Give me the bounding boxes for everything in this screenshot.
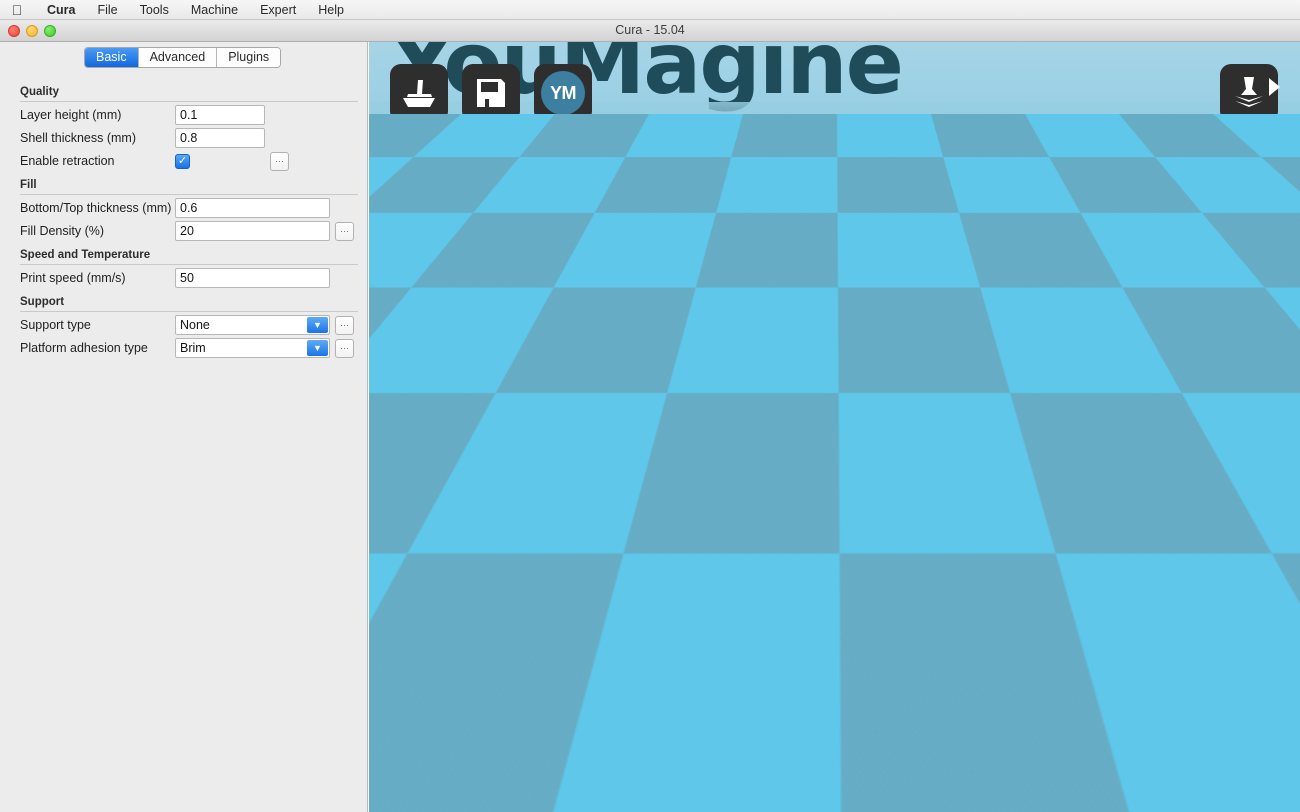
settings-tabs: Basic Advanced Plugins	[84, 47, 281, 68]
rotate-icon	[768, 782, 808, 812]
layer-height-input[interactable]: 0.1	[175, 105, 265, 125]
group-divider	[20, 194, 358, 195]
menu-item-cura[interactable]: Cura	[36, 0, 86, 20]
layers-view-icon	[1230, 75, 1268, 111]
layer-slider-min-label-left: 1	[1217, 656, 1228, 676]
expand-arrow-icon[interactable]	[1269, 78, 1280, 96]
enable-retraction-checkbox[interactable]: ✓	[175, 154, 190, 169]
settings-list: Quality Layer height (mm) 0.1 Shell thic…	[0, 80, 368, 360]
platform-adhesion-type-select[interactable]: Brim ▼	[175, 338, 330, 358]
load-model-button[interactable]	[390, 64, 448, 122]
menu-item-help[interactable]: Help	[307, 0, 355, 20]
printed-part[interactable]	[579, 304, 1088, 597]
setting-row-support-type: Support type None ▼ ⋯	[0, 314, 368, 336]
mirror-icon	[912, 782, 952, 812]
setting-label-fill-density: Fill Density (%)	[20, 224, 175, 238]
settings-panel: Basic Advanced Plugins Quality Layer hei…	[0, 42, 368, 812]
setting-label-support-type: Support type	[20, 318, 175, 332]
platform-adhesion-type-more-button[interactable]: ⋯	[335, 339, 354, 358]
layer-slider-max-label: 674	[1194, 382, 1226, 402]
window-title-bar: Cura - 15.04	[0, 20, 1300, 42]
tool-flag-icon	[791, 769, 807, 781]
view-mode-button[interactable]	[1220, 64, 1278, 122]
tab-plugins[interactable]: Plugins	[217, 48, 280, 67]
layer-slider[interactable]	[1231, 382, 1249, 672]
mirror-tool-button[interactable]	[903, 772, 961, 812]
setting-label-enable-retraction: Enable retraction	[20, 154, 175, 168]
fill-density-more-button[interactable]: ⋯	[335, 222, 354, 241]
setting-label-shell-thickness: Shell thickness (mm)	[20, 131, 175, 145]
group-title-support: Support	[0, 290, 368, 311]
group-divider	[20, 101, 358, 102]
menu-item-expert[interactable]: Expert	[249, 0, 307, 20]
model-tools	[759, 772, 961, 812]
setting-row-enable-retraction: Enable retraction ✓ ⋯	[0, 150, 368, 172]
enable-retraction-more-button[interactable]: ⋯	[270, 152, 289, 171]
print-material: 2.76 meter 22 gram	[738, 186, 998, 204]
setting-label-print-speed: Print speed (mm/s)	[20, 271, 175, 285]
rotate-tool-button[interactable]	[759, 772, 817, 812]
menu-item-tools[interactable]: Tools	[129, 0, 180, 20]
platform-adhesion-type-value: Brim	[180, 341, 206, 355]
youmagine-share-button[interactable]: YM	[534, 64, 592, 122]
tab-basic[interactable]: Basic	[85, 48, 139, 67]
tab-advanced[interactable]: Advanced	[139, 48, 218, 67]
load-model-icon	[401, 77, 437, 109]
3d-viewport[interactable]: YouMagine	[369, 42, 1300, 812]
infill-layer	[590, 315, 1076, 586]
object-icon	[1248, 703, 1272, 727]
scale-tool-button[interactable]	[831, 772, 889, 812]
tool-flag-icon	[935, 769, 951, 781]
setting-row-platform-adhesion-type: Platform adhesion type Brim ▼ ⋯	[0, 337, 368, 359]
setting-row-print-speed: Print speed (mm/s) 50	[0, 267, 368, 289]
print-cost: 0.87	[738, 204, 998, 222]
shell-thickness-input[interactable]: 0.8	[175, 128, 265, 148]
print-info: 3 hours 31 minutes 2.76 meter 22 gram 0.…	[738, 168, 998, 222]
menu-item-file[interactable]: File	[86, 0, 128, 20]
print-speed-input[interactable]: 50	[175, 268, 330, 288]
window-title: Cura - 15.04	[0, 23, 1300, 37]
floppy-disk-icon	[475, 77, 507, 109]
cura-window:  Cura File Tools Machine Expert Help Cu…	[0, 0, 1300, 812]
support-type-value: None	[180, 318, 210, 332]
print-time: 3 hours 31 minutes	[738, 168, 998, 186]
setting-label-platform-adhesion-type: Platform adhesion type	[20, 341, 175, 355]
tool-flag-icon	[863, 769, 879, 781]
mac-menu-bar:  Cura File Tools Machine Expert Help	[0, 0, 1300, 20]
setting-label-layer-height: Layer height (mm)	[20, 108, 175, 122]
group-title-quality: Quality	[0, 80, 368, 101]
chevron-down-icon[interactable]: ▼	[307, 317, 328, 333]
object-list-button[interactable]	[1242, 697, 1278, 733]
scale-icon	[840, 782, 880, 812]
menu-item-machine[interactable]: Machine	[180, 0, 249, 20]
apple-logo-icon[interactable]: 	[10, 2, 24, 18]
fill-density-input[interactable]: 20	[175, 221, 330, 241]
bottom-top-thickness-input[interactable]: 0.6	[175, 198, 330, 218]
group-divider	[20, 311, 358, 312]
youmagine-logo-icon: YM	[541, 71, 585, 115]
group-title-fill: Fill	[0, 173, 368, 194]
setting-row-fill-density: Fill Density (%) 20 ⋯	[0, 220, 368, 242]
setting-row-shell-thickness: Shell thickness (mm) 0.8	[0, 127, 368, 149]
support-type-select[interactable]: None ▼	[175, 315, 330, 335]
layer-slider-handle[interactable]	[1231, 650, 1249, 672]
layer-slider-value-label: 1	[1257, 656, 1268, 676]
save-toolpath-button[interactable]	[462, 64, 520, 122]
group-divider	[20, 264, 358, 265]
group-title-speed-temperature: Speed and Temperature	[0, 243, 368, 264]
setting-row-layer-height: Layer height (mm) 0.1	[0, 104, 368, 126]
support-type-more-button[interactable]: ⋯	[335, 316, 354, 335]
setting-row-bottom-top-thickness: Bottom/Top thickness (mm) 0.6	[0, 197, 368, 219]
chevron-down-icon[interactable]: ▼	[307, 340, 328, 356]
setting-label-bottom-top-thickness: Bottom/Top thickness (mm)	[20, 201, 175, 215]
